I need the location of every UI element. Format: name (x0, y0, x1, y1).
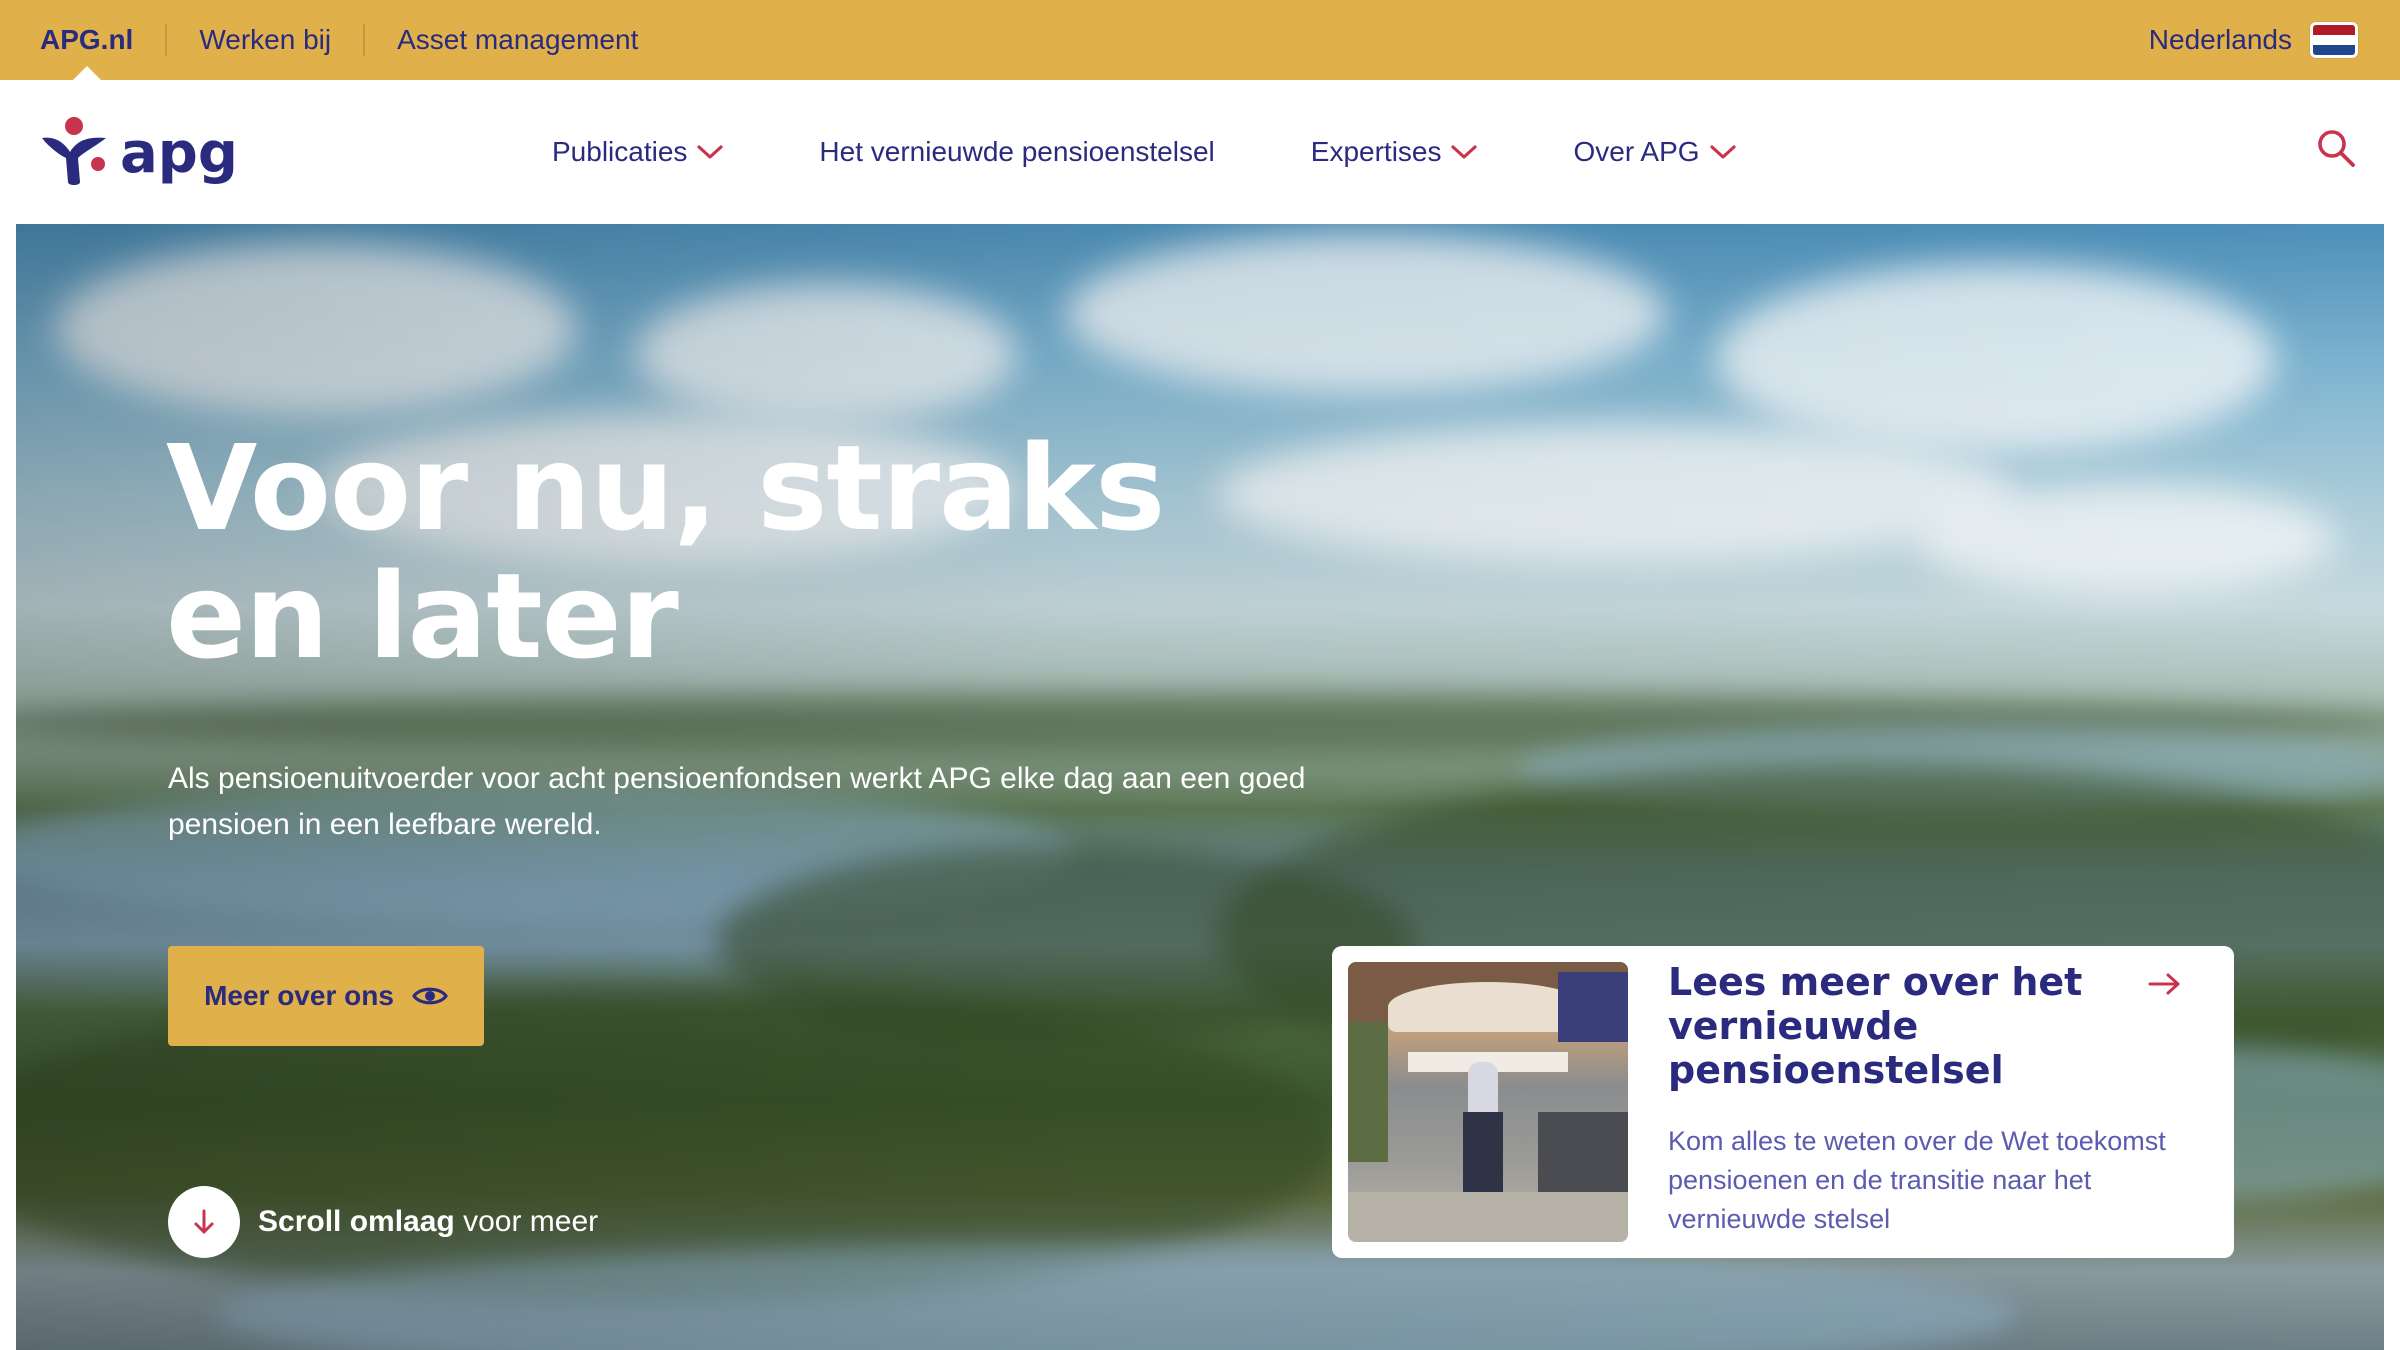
meer-over-ons-button[interactable]: Meer over ons (168, 946, 484, 1046)
scroll-bold: Scroll omlaag (258, 1205, 455, 1238)
nav-item-label: Het vernieuwde pensioenstelsel (819, 136, 1215, 167)
scroll-rest: voor meer (454, 1205, 599, 1238)
top-link-werken-bij[interactable]: Werken bij (199, 0, 331, 80)
main-navigation: apg Publicaties Het vernieuwde pensioens… (0, 80, 2400, 224)
language-selector[interactable]: Nederlands (2149, 0, 2358, 80)
chevron-down-icon (1709, 145, 1736, 159)
search-button[interactable] (2316, 128, 2356, 173)
arrow-down-icon (194, 1209, 214, 1234)
search-icon (2318, 130, 2355, 167)
top-link-apg-nl[interactable]: APG.nl (40, 0, 133, 80)
apg-logo[interactable]: apg (40, 116, 250, 188)
scroll-down-label: Scroll omlaag voor meer (258, 1205, 598, 1239)
card-thumbnail-image (1348, 962, 1628, 1242)
nav-menu: Publicaties Het vernieuwde pensioenstels… (552, 80, 1832, 224)
nav-item-label: Expertises (1310, 136, 1442, 167)
card-description: Kom alles te weten over de Wet toekomst … (1668, 1126, 2166, 1234)
nav-item-label: Over APG (1573, 136, 1700, 167)
hero-banner: Voor nu, straks en later Als pensioenuit… (16, 224, 2384, 1350)
eye-icon (411, 987, 448, 1005)
divider (165, 24, 168, 56)
top-utility-bar: APG.nl Werken bij Asset management Neder… (0, 0, 2400, 80)
chevron-down-icon (1451, 145, 1478, 159)
hero-subtitle: Als pensioenuitvoerder voor acht pensioe… (168, 762, 1306, 841)
chevron-down-icon (697, 145, 724, 159)
scroll-down-button[interactable] (168, 1186, 240, 1258)
divider (363, 24, 366, 56)
nav-item-expertises[interactable]: Expertises (1311, 136, 1478, 168)
cta-label: Meer over ons (204, 980, 394, 1011)
top-link-asset-management[interactable]: Asset management (397, 0, 638, 80)
arrow-right-icon[interactable] (2148, 972, 2182, 996)
top-links: APG.nl Werken bij Asset management (0, 0, 638, 80)
language-label: Nederlands (2148, 24, 2292, 55)
pensioenstelsel-card[interactable]: Lees meer over het vernieuwde pensioenst… (1332, 946, 2234, 1258)
dutch-flag-icon (2310, 22, 2358, 58)
logo-text: apg (120, 121, 238, 186)
nav-item-over-apg[interactable]: Over APG (1573, 136, 1736, 168)
card-title: Lees meer over het vernieuwde pensioenst… (1668, 960, 2083, 1092)
nav-item-pensioenstelsel[interactable]: Het vernieuwde pensioenstelsel (819, 136, 1214, 168)
hero-title: Voor nu, straks en later (166, 419, 1165, 685)
scroll-down-link[interactable]: Scroll omlaag voor meer (168, 1186, 598, 1258)
apg-logo-icon: apg (42, 117, 238, 186)
nav-item-label: Publicaties (552, 136, 688, 167)
nav-item-publicaties[interactable]: Publicaties (552, 136, 724, 168)
